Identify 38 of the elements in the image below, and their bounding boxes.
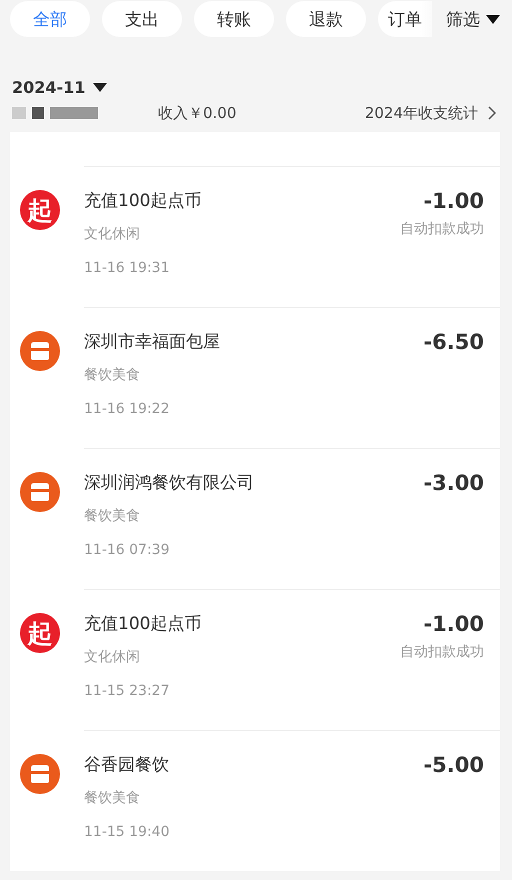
bill-category: 餐饮美食 (84, 366, 140, 384)
bill-time: 11-16 19:22 (84, 400, 170, 418)
bill-category: 文化休闲 (84, 648, 140, 666)
bill-title: 充值100起点币 (84, 613, 202, 635)
bill-category: 餐饮美食 (84, 507, 140, 525)
bill-category: 文化休闲 (84, 225, 140, 243)
bill-category: 餐饮美食 (84, 789, 140, 807)
store-icon (20, 472, 60, 512)
store-icon (20, 754, 60, 794)
bill-title: 谷香园餐饮 (84, 754, 169, 776)
bill-time: 11-15 19:40 (84, 823, 170, 841)
store-icon (20, 331, 60, 371)
payment-status: 自动扣款成功 (400, 220, 484, 238)
filter-tab[interactable]: 全部 (10, 1, 90, 37)
bill-title: 深圳市幸福面包屋 (84, 331, 220, 353)
bill-amount: -1.00 (423, 189, 484, 213)
app-logo-icon: 起 (20, 613, 60, 653)
bill-amount: -5.00 (423, 753, 484, 777)
bill-amount: -3.00 (423, 471, 484, 495)
chevron-icon (488, 106, 496, 120)
filter-tab[interactable]: 订单 (378, 1, 432, 37)
bill-amount: -1.00 (423, 612, 484, 636)
filter-tab[interactable]: 退款 (286, 1, 366, 37)
dropdown-icon[interactable] (93, 82, 108, 92)
bill-title: 深圳润鸿餐饮有限公司 (84, 472, 254, 494)
income-total: 收入￥0.00 (158, 104, 236, 122)
payment-status: 自动扣款成功 (400, 643, 484, 661)
filter-tab[interactable]: 支出 (102, 1, 182, 37)
bill-time: 11-15 23:27 (84, 682, 170, 700)
filter-tab[interactable]: 转账 (194, 1, 274, 37)
month-label[interactable]: 2024-11 (12, 78, 86, 96)
bill-time: 11-16 19:31 (84, 259, 170, 277)
bill-amount: -6.50 (423, 330, 484, 354)
app-logo-icon: 起 (20, 190, 60, 230)
bill-time: 11-16 07:39 (84, 541, 170, 559)
bill-title: 充值100起点币 (84, 190, 202, 212)
dropdown-icon (486, 14, 500, 24)
yearly-stats-link[interactable]: 2024年收支统计 (364, 104, 496, 122)
